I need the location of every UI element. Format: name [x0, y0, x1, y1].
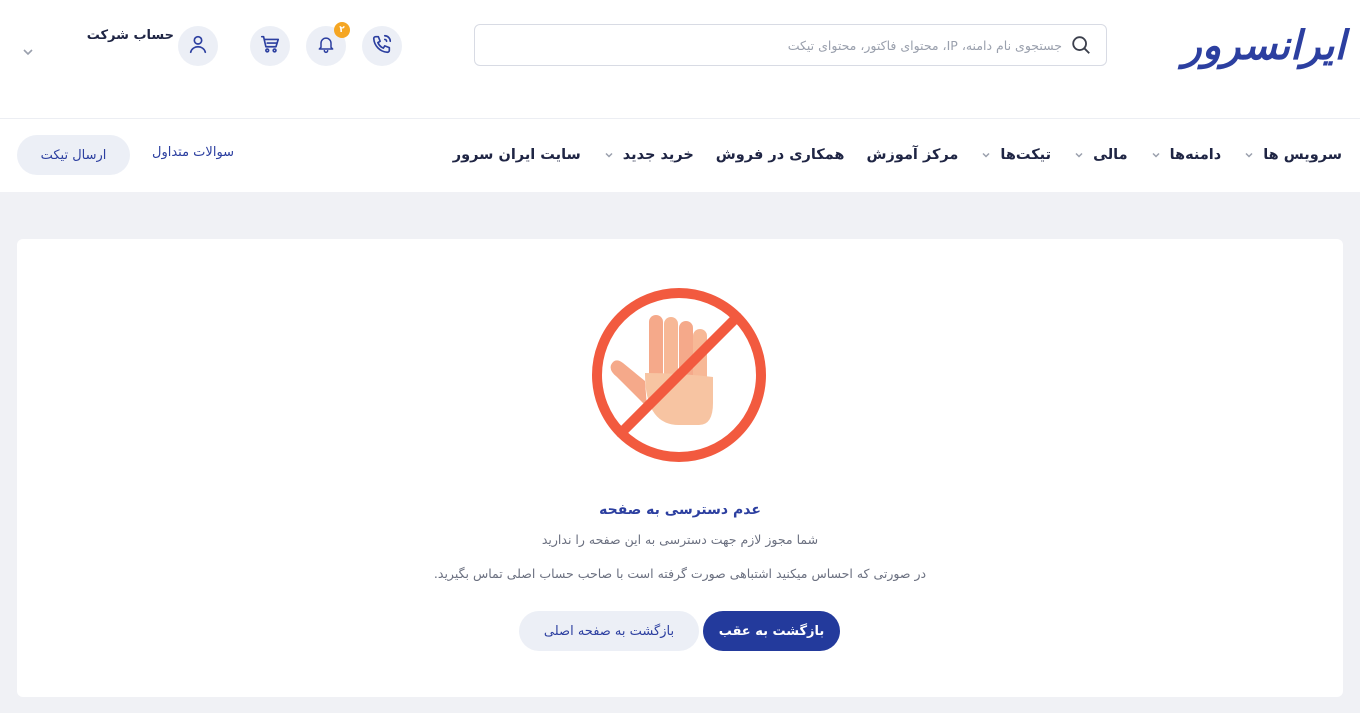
nav-item-label: سرویس ها: [1263, 147, 1342, 163]
cart-button[interactable]: [250, 26, 290, 66]
nav-item-label: سایت ایران سرور: [452, 147, 581, 163]
search-input[interactable]: [508, 27, 1068, 63]
search-icon: [1068, 32, 1094, 58]
support-phone-button[interactable]: [362, 26, 402, 66]
nav-item-learning-center[interactable]: مرکز آموزش: [867, 147, 959, 163]
nav-item-label: تیکت‌ها: [1000, 147, 1052, 163]
error-title: عدم دسترسی به صفحه: [599, 502, 761, 518]
account-name[interactable]: حساب شرکت: [84, 28, 174, 43]
nav-item-domains[interactable]: دامنه‌ها: [1150, 147, 1222, 163]
nav-item-affiliate[interactable]: همکاری در فروش: [716, 147, 845, 163]
brand-logo[interactable]: ایرانسرور: [1182, 22, 1347, 70]
nav-item-label: مالی: [1093, 147, 1128, 163]
search-box[interactable]: [474, 24, 1107, 66]
chevron-down-icon: [1243, 149, 1255, 161]
nav-item-label: خرید جدید: [622, 147, 694, 163]
chevron-down-icon: [603, 149, 615, 161]
access-denied-card: عدم دسترسی به صفحه شما مجوز لازم جهت دست…: [17, 239, 1343, 697]
user-icon: [187, 33, 209, 59]
nav-item-iranserver-site[interactable]: سایت ایران سرور: [453, 147, 581, 163]
chevron-down-icon[interactable]: [20, 44, 36, 60]
go-home-button[interactable]: بازگشت به صفحه اصلی: [519, 611, 699, 651]
top-header: ایرانسرور ۲: [0, 0, 1360, 118]
logo-text: ایرانسرور: [1182, 23, 1347, 69]
nav-item-services[interactable]: سرویس ها: [1243, 147, 1342, 163]
chevron-down-icon: [1150, 149, 1162, 161]
nav-item-new-purchase[interactable]: خرید جدید: [603, 147, 694, 163]
notification-badge: ۲: [334, 22, 350, 38]
nav-item-label: همکاری در فروش: [715, 147, 845, 163]
phone-icon: [371, 33, 393, 59]
error-message: شما مجوز لازم جهت دسترسی به این صفحه را …: [541, 532, 819, 547]
chevron-down-icon: [980, 149, 992, 161]
nav-item-tickets[interactable]: تیکت‌ها: [980, 147, 1051, 163]
notifications-button[interactable]: ۲: [306, 22, 350, 66]
cart-icon: [259, 33, 281, 59]
error-hint: در صورتی که احساس میکنید اشتباهی صورت گر…: [433, 566, 927, 581]
bell-icon: [316, 34, 336, 58]
user-profile-button[interactable]: [178, 26, 218, 66]
stop-hand-icon: [589, 285, 769, 465]
go-back-button[interactable]: بازگشت به عقب: [703, 611, 840, 651]
chevron-down-icon: [1073, 149, 1085, 161]
send-ticket-button[interactable]: ارسال تیکت: [17, 135, 130, 175]
faq-link[interactable]: سوالات متداول: [152, 145, 234, 160]
main-navbar: سرویس ها دامنه‌ها مالی تیکت‌ها مرکز آموز…: [0, 118, 1360, 192]
nav-item-finance[interactable]: مالی: [1073, 147, 1128, 163]
nav-item-label: مرکز آموزش: [866, 147, 959, 163]
nav-item-label: دامنه‌ها: [1169, 147, 1222, 163]
nav-menu: سرویس ها دامنه‌ها مالی تیکت‌ها مرکز آموز…: [431, 119, 1342, 191]
